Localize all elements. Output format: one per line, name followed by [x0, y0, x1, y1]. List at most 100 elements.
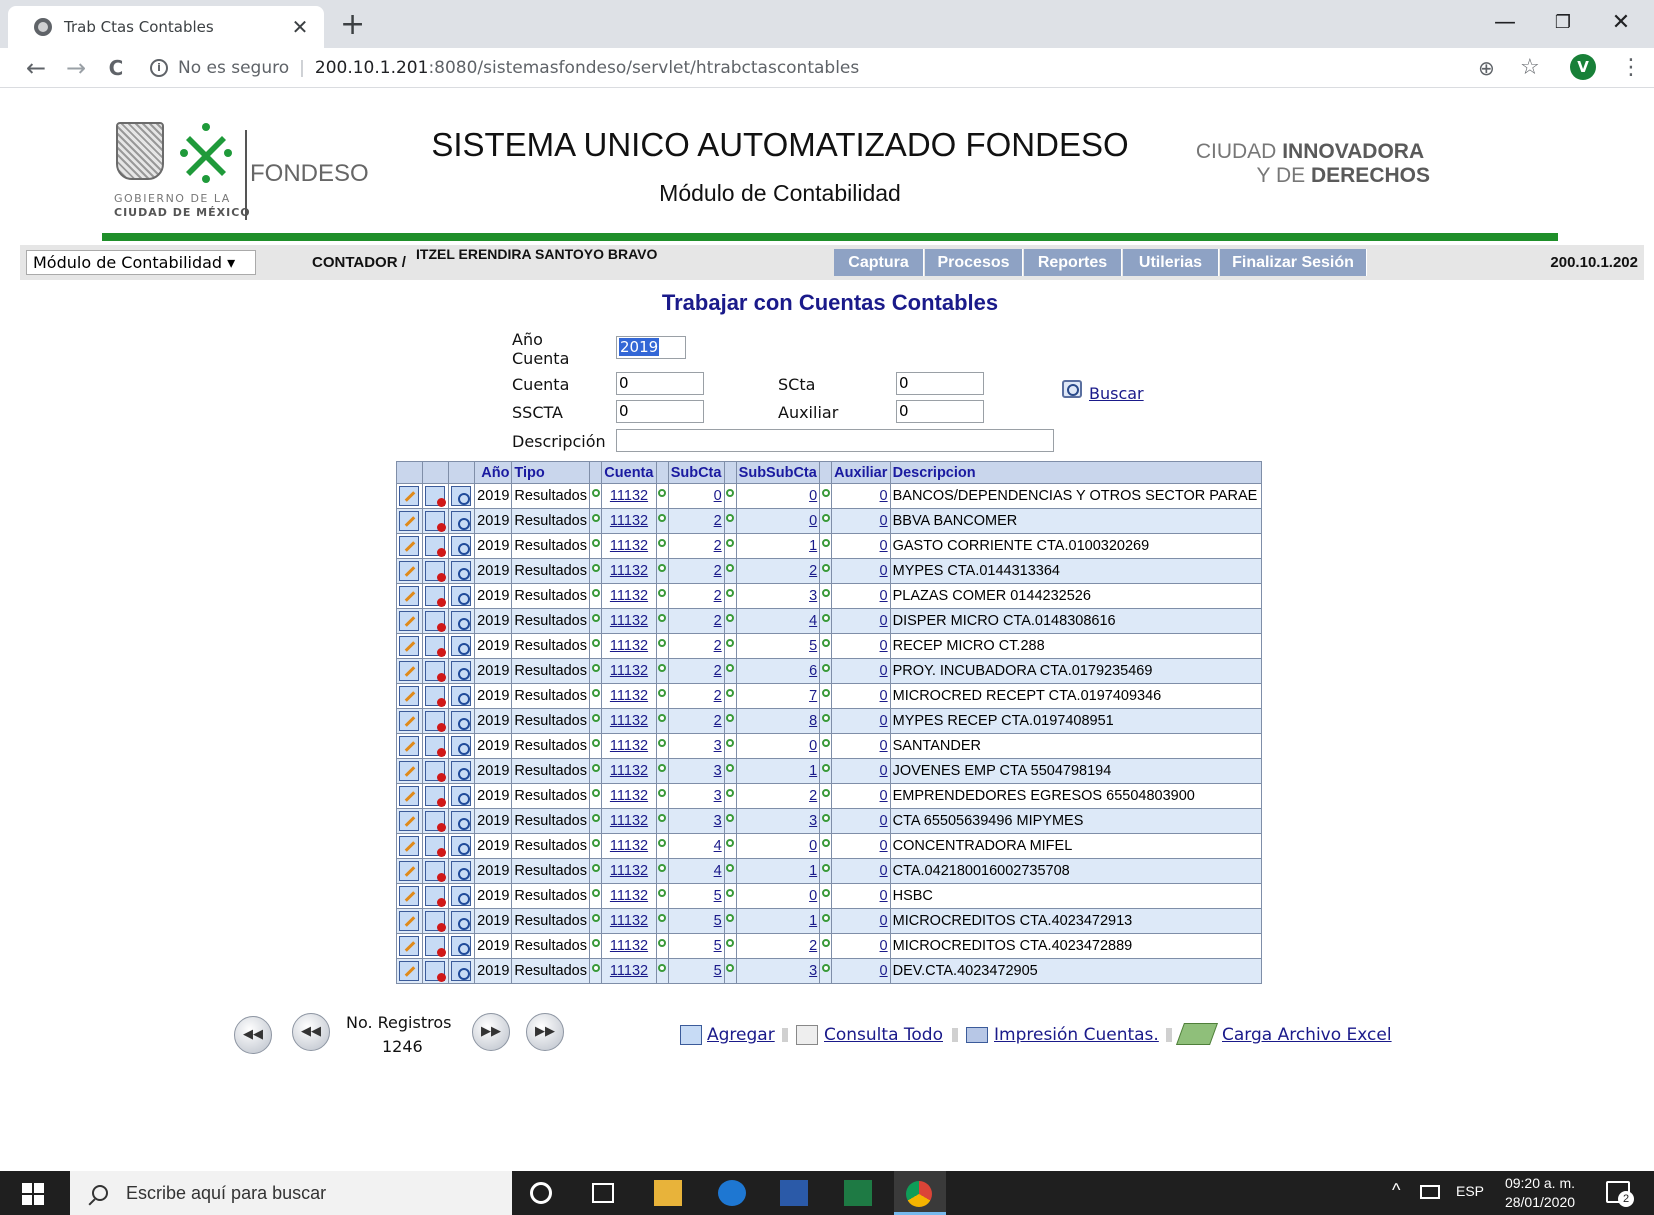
cortana-icon[interactable] — [530, 1182, 552, 1204]
pager-first-button[interactable]: ◀◀ — [234, 1016, 272, 1054]
expand-dot-icon[interactable] — [658, 689, 667, 697]
view-icon[interactable] — [451, 636, 471, 656]
row-edit-cell[interactable] — [396, 708, 423, 734]
cell-subsubcta[interactable]: 5 — [735, 633, 821, 659]
add-icon[interactable] — [680, 1025, 702, 1045]
expand-dot-icon[interactable] — [658, 539, 667, 547]
expand-dot-icon[interactable] — [726, 764, 735, 772]
view-icon[interactable] — [451, 861, 471, 881]
cell-dot-4[interactable] — [819, 558, 833, 584]
view-icon[interactable] — [451, 486, 471, 506]
row-view-cell[interactable] — [448, 633, 475, 659]
row-view-cell[interactable] — [448, 858, 475, 884]
expand-dot-icon[interactable] — [726, 939, 735, 947]
view-icon[interactable] — [451, 886, 471, 906]
expand-dot-icon[interactable] — [591, 914, 600, 922]
cell-dot-3[interactable] — [723, 558, 737, 584]
expand-dot-icon[interactable] — [821, 539, 830, 547]
cell-dot-1[interactable] — [589, 783, 603, 809]
expand-dot-icon[interactable] — [821, 589, 830, 597]
expand-dot-icon[interactable] — [821, 764, 830, 772]
cell-subsubcta[interactable]: 3 — [735, 958, 821, 984]
pager-next-button[interactable]: ▶▶ — [472, 1013, 510, 1051]
menu-reportes[interactable]: Reportes — [1024, 249, 1122, 276]
cell-dot-3[interactable] — [723, 958, 737, 984]
scta-input[interactable]: 0 — [896, 372, 984, 395]
row-delete-cell[interactable] — [422, 958, 449, 984]
excel-icon[interactable] — [844, 1180, 872, 1206]
cell-dot-2[interactable] — [655, 683, 669, 709]
cell-subsubcta[interactable]: 3 — [735, 808, 821, 834]
row-view-cell[interactable] — [448, 508, 475, 534]
cell-dot-1[interactable] — [589, 758, 603, 784]
edit-icon[interactable] — [399, 486, 419, 506]
expand-dot-icon[interactable] — [726, 564, 735, 572]
delete-icon[interactable] — [425, 586, 446, 607]
cell-dot-1[interactable] — [589, 858, 603, 884]
row-edit-cell[interactable] — [396, 858, 423, 884]
cell-auxiliar[interactable]: 0 — [831, 858, 891, 884]
cell-dot-2[interactable] — [655, 583, 669, 609]
cell-subsubcta[interactable]: 4 — [735, 608, 821, 634]
cell-cuenta[interactable]: 11132 — [601, 508, 657, 534]
expand-dot-icon[interactable] — [726, 639, 735, 647]
expand-dot-icon[interactable] — [658, 939, 667, 947]
expand-dot-icon[interactable] — [658, 589, 667, 597]
view-icon[interactable] — [451, 936, 471, 956]
edit-icon[interactable] — [399, 836, 419, 856]
cell-auxiliar[interactable]: 0 — [831, 683, 891, 709]
expand-dot-icon[interactable] — [726, 814, 735, 822]
edit-icon[interactable] — [399, 961, 419, 981]
row-edit-cell[interactable] — [396, 683, 423, 709]
expand-dot-icon[interactable] — [821, 639, 830, 647]
row-view-cell[interactable] — [448, 558, 475, 584]
expand-dot-icon[interactable] — [658, 889, 667, 897]
cell-subcta[interactable]: 3 — [667, 758, 725, 784]
row-edit-cell[interactable] — [396, 658, 423, 684]
cell-dot-2[interactable] — [655, 783, 669, 809]
header-cuenta[interactable]: Cuenta — [601, 461, 657, 484]
row-view-cell[interactable] — [448, 583, 475, 609]
cell-auxiliar[interactable]: 0 — [831, 733, 891, 759]
expand-dot-icon[interactable] — [821, 714, 830, 722]
row-edit-cell[interactable] — [396, 558, 423, 584]
menu-procesos[interactable]: Procesos — [925, 249, 1023, 276]
cell-dot-2[interactable] — [655, 933, 669, 959]
row-edit-cell[interactable] — [396, 833, 423, 859]
expand-dot-icon[interactable] — [658, 864, 667, 872]
expand-dot-icon[interactable] — [726, 739, 735, 747]
cell-dot-2[interactable] — [655, 883, 669, 909]
expand-dot-icon[interactable] — [726, 864, 735, 872]
edit-icon[interactable] — [399, 886, 419, 906]
edit-icon[interactable] — [399, 661, 419, 681]
expand-dot-icon[interactable] — [591, 964, 600, 972]
expand-dot-icon[interactable] — [591, 789, 600, 797]
cell-dot-3[interactable] — [723, 933, 737, 959]
cell-dot-2[interactable] — [655, 483, 669, 509]
row-delete-cell[interactable] — [422, 758, 449, 784]
cell-dot-4[interactable] — [819, 508, 833, 534]
cell-subsubcta[interactable]: 2 — [735, 558, 821, 584]
cell-dot-1[interactable] — [589, 933, 603, 959]
expand-dot-icon[interactable] — [726, 514, 735, 522]
expand-dot-icon[interactable] — [658, 739, 667, 747]
cell-auxiliar[interactable]: 0 — [831, 708, 891, 734]
view-icon[interactable] — [451, 561, 471, 581]
cell-auxiliar[interactable]: 0 — [831, 558, 891, 584]
cell-subsubcta[interactable]: 0 — [735, 733, 821, 759]
cell-subsubcta[interactable]: 2 — [735, 783, 821, 809]
expand-dot-icon[interactable] — [658, 614, 667, 622]
cell-cuenta[interactable]: 11132 — [601, 958, 657, 984]
cell-dot-2[interactable] — [655, 708, 669, 734]
row-edit-cell[interactable] — [396, 508, 423, 534]
view-icon[interactable] — [451, 711, 471, 731]
expand-dot-icon[interactable] — [821, 689, 830, 697]
delete-icon[interactable] — [425, 961, 446, 982]
row-edit-cell[interactable] — [396, 608, 423, 634]
cell-dot-4[interactable] — [819, 683, 833, 709]
expand-dot-icon[interactable] — [591, 939, 600, 947]
cell-cuenta[interactable]: 11132 — [601, 858, 657, 884]
forward-icon[interactable]: → — [60, 52, 92, 84]
module-select[interactable]: Módulo de Contabilidad ▾ — [26, 250, 256, 275]
cell-subcta[interactable]: 5 — [667, 933, 725, 959]
